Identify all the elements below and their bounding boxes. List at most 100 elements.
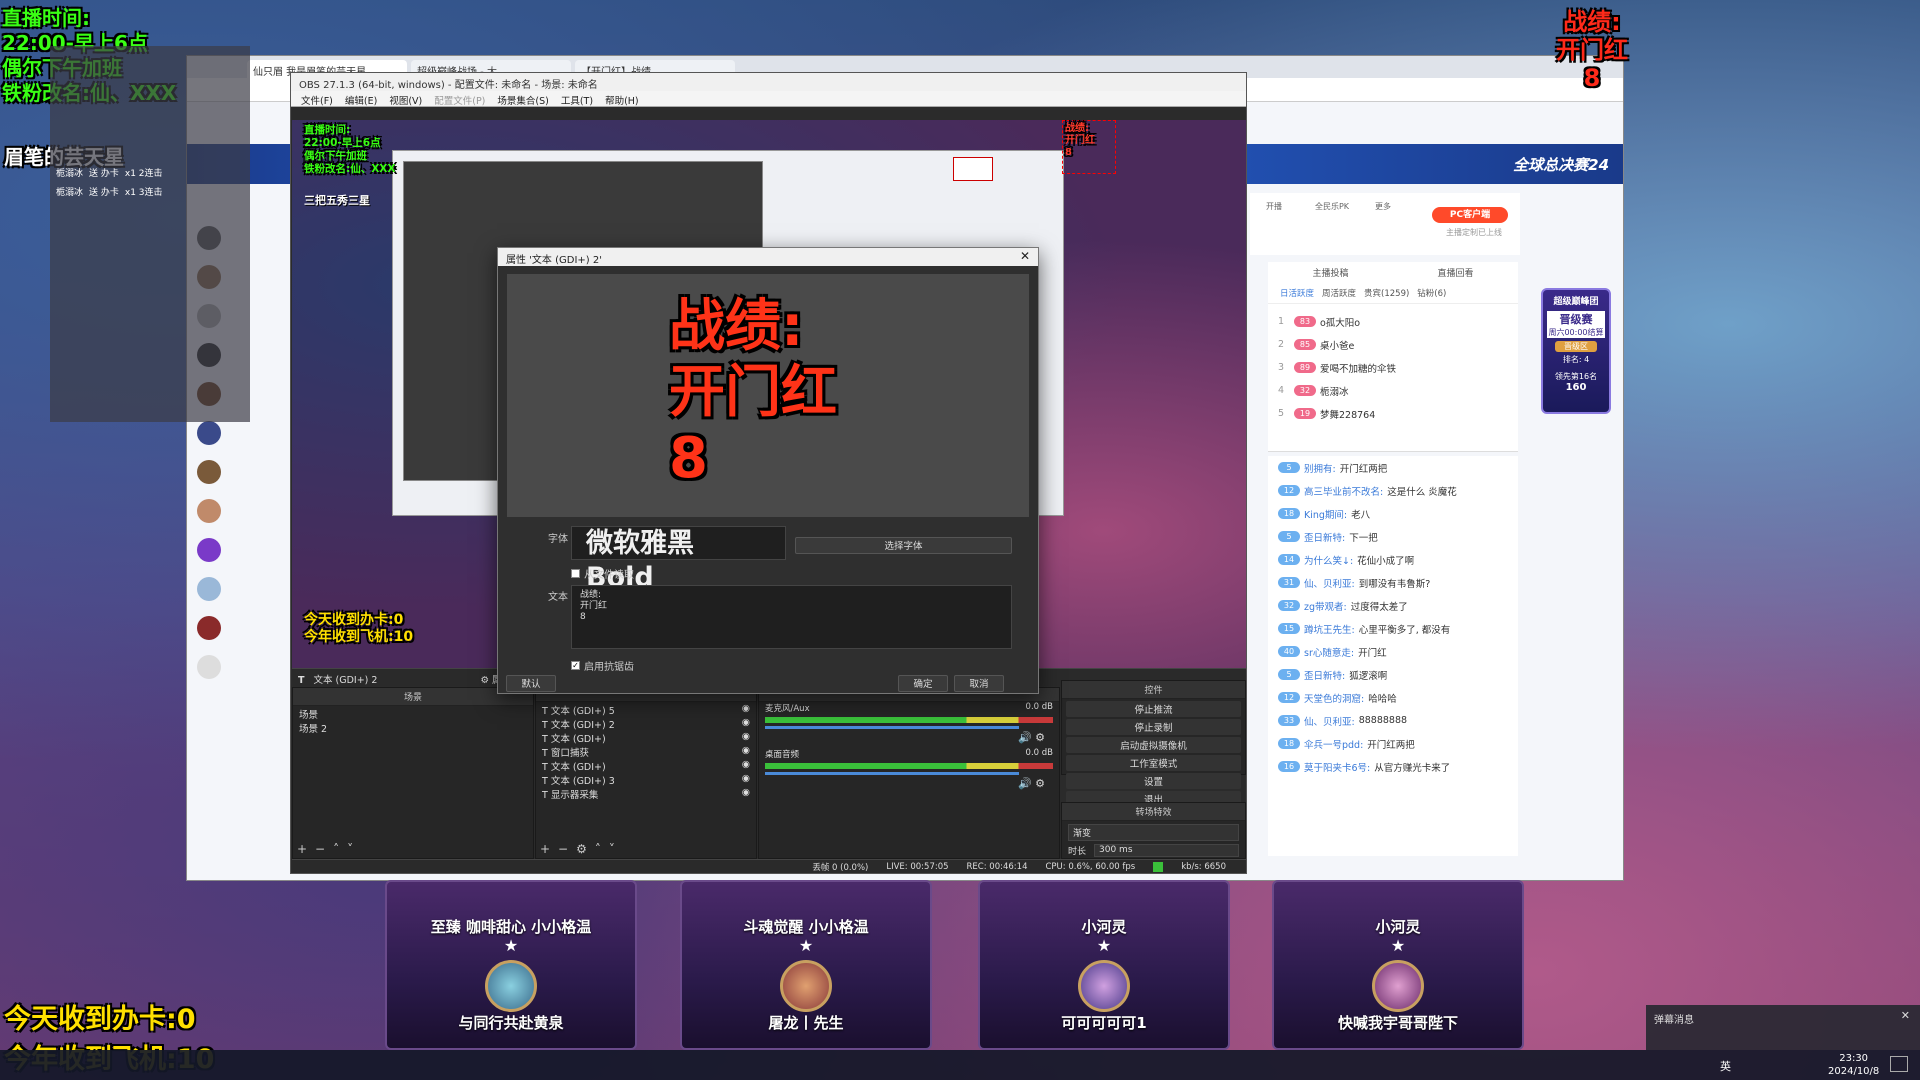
eye-icon[interactable]: ◉ (742, 731, 750, 742)
text-input[interactable]: 战绩: 开门红 8 (571, 585, 1012, 649)
chat-message: 33 仙、贝利亚: 88888888 (1268, 709, 1518, 732)
eye-icon[interactable]: ◉ (742, 787, 750, 798)
obs-menu: 文件(F) 编辑(E) 视图(V) 配置文件(P) 场景集合(S) 工具(T) … (291, 91, 1246, 107)
studio-mode-button[interactable]: 工作室模式 (1066, 755, 1241, 771)
scene-controls[interactable]: +−˄˅ (297, 842, 361, 856)
popup-title: 弹幕消息 (1654, 1015, 1694, 1026)
rank-header-left[interactable]: 主播投稿 (1312, 266, 1348, 279)
rank-tab[interactable]: 贵宾(1259) (1364, 287, 1409, 299)
speaker-icon[interactable]: 🔊 ⚙ (759, 731, 1059, 744)
close-icon[interactable]: ✕ (1020, 249, 1030, 263)
avatar[interactable] (197, 460, 221, 484)
virtual-camera-button[interactable]: 启动虚拟摄像机 (1066, 737, 1241, 753)
avatar[interactable] (197, 655, 221, 679)
volume-slider[interactable] (765, 772, 1019, 775)
taskbar-clock[interactable]: 23:30 2024/10/8 (1828, 1052, 1879, 1078)
menu-profile[interactable]: 配置文件(P) (434, 93, 485, 107)
eye-icon[interactable]: ◉ (742, 717, 750, 728)
eye-icon[interactable]: ◉ (742, 745, 750, 756)
cancel-button[interactable]: 取消 (954, 675, 1004, 692)
audio-meter (765, 763, 1053, 769)
text-source-icon: T (542, 734, 548, 745)
chat-message: 5 别拥有: 开门红两把 (1268, 456, 1518, 479)
source-item[interactable]: T 文本 (GDI+) 2 ◉ (536, 716, 756, 731)
transition-select[interactable]: 渐变 (1068, 824, 1239, 841)
menu-scene-collection[interactable]: 场景集合(S) (497, 93, 548, 107)
font-label: 字体 (548, 534, 568, 545)
antialias-label: 启用抗锯齿 (584, 662, 634, 673)
from-file-checkbox[interactable] (571, 569, 580, 578)
preview-overlay-right[interactable]: 战绩: 开门红 8 (1062, 120, 1116, 174)
source-controls[interactable]: +−⚙˄˅ (540, 842, 623, 856)
rank-row[interactable]: 4 32 栀溺冰 (1268, 379, 1518, 402)
eye-icon[interactable]: ◉ (742, 703, 750, 714)
gear-icon[interactable]: ⚙ (480, 675, 489, 686)
rank-row[interactable]: 5 19 梦舞228764 (1268, 402, 1518, 425)
text-source-icon: T (542, 720, 548, 731)
source-item[interactable]: T 显示器采集 ◉ (536, 786, 756, 801)
audio-channel: 麦克风/Aux 0.0 dB (765, 702, 1053, 714)
promo-timer: 周六00:00结算 (1547, 327, 1605, 338)
transition-dock: 转场特效 渐变 时长 300 ms (1061, 802, 1246, 859)
stop-streaming-button[interactable]: 停止推流 (1066, 701, 1241, 717)
source-item[interactable]: T 文本 (GDI+) 3 ◉ (536, 772, 756, 787)
ranking-panel: 主播投稿 直播回看 日活跃度 周活跃度 贵宾(1259) 钻粉(6) 1 83 o孤… (1268, 262, 1518, 452)
rank-tab[interactable]: 日活跃度 (1280, 287, 1314, 299)
avatar[interactable] (197, 616, 221, 640)
danmaku-popup[interactable]: 弹幕消息 ✕ (1646, 1005, 1920, 1050)
duration-input[interactable]: 300 ms (1094, 844, 1239, 857)
source-item[interactable]: T 文本 (GDI+) ◉ (536, 730, 756, 745)
obs-title: OBS 27.1.3 (64-bit, windows) - 配置文件: 未命名… (291, 73, 1246, 91)
antialias-checkbox[interactable]: ✓ (571, 661, 580, 670)
avatar[interactable] (197, 421, 221, 445)
menu-edit[interactable]: 编辑(E) (345, 93, 377, 107)
side-item[interactable]: 更多 (1368, 201, 1398, 212)
text-source-icon: T (542, 706, 548, 717)
source-item[interactable]: T 窗口捕获 ◉ (536, 744, 756, 759)
skin-card: 至臻 咖啡甜心 小小格温 ★ 与同行共赴黄泉 (385, 880, 637, 1050)
side-item[interactable]: 全民乐PK (1308, 201, 1356, 212)
scene-item[interactable]: 场景 2 (293, 720, 533, 735)
rank-row[interactable]: 3 89 爱喝不加糖的伞铁 (1268, 356, 1518, 379)
menu-view[interactable]: 视图(V) (389, 93, 422, 107)
menu-help[interactable]: 帮助(H) (605, 93, 639, 107)
notification-icon[interactable] (1890, 1056, 1908, 1072)
settings-button[interactable]: 设置 (1066, 773, 1241, 789)
chat-message: 16 莫于阳夹卡6号: 从官方赚光卡来了 (1268, 755, 1518, 778)
eye-icon[interactable]: ◉ (742, 773, 750, 784)
defaults-button[interactable]: 默认 (506, 675, 556, 692)
taskbar: 英 23:30 2024/10/8 (0, 1050, 1920, 1080)
stop-recording-button[interactable]: 停止录制 (1066, 719, 1241, 735)
speaker-icon[interactable]: 🔊 ⚙ (759, 777, 1059, 790)
scene-item[interactable]: 场景 (293, 706, 533, 721)
rank-tab[interactable]: 周活跃度 (1322, 287, 1356, 299)
menu-tools[interactable]: 工具(T) (561, 93, 593, 107)
ime-indicator[interactable]: 英 (1720, 1058, 1731, 1074)
avatar[interactable] (197, 577, 221, 601)
preview-line: 战绩: (669, 294, 804, 359)
chat-message: 32 zg带观者: 过度得太差了 (1268, 594, 1518, 617)
eye-icon[interactable]: ◉ (742, 759, 750, 770)
source-item[interactable]: T 文本 (GDI+) ◉ (536, 758, 756, 773)
side-item[interactable]: 开播 (1256, 201, 1292, 212)
pc-client-button[interactable]: PC客户端 (1432, 207, 1508, 223)
promo-zone: 晋级区 (1555, 341, 1597, 352)
menu-file[interactable]: 文件(F) (301, 93, 333, 107)
rank-row[interactable]: 2 85 桌小爸e (1268, 333, 1518, 356)
rank-header-right[interactable]: 直播回看 (1437, 266, 1473, 279)
obs-status-bar: 丢帧 0 (0.0%) LIVE: 00:57:05 REC: 00:46:14… (292, 859, 1246, 873)
ok-button[interactable]: 确定 (898, 675, 948, 692)
avatar[interactable] (197, 538, 221, 562)
close-icon[interactable]: ✕ (1901, 1009, 1910, 1022)
rank-row[interactable]: 1 83 o孤大阳o (1268, 310, 1518, 333)
promo-score: 160 (1565, 382, 1587, 393)
avatar[interactable] (197, 499, 221, 523)
rank-tab[interactable]: 钻粉(6) (1417, 287, 1446, 299)
volume-slider[interactable] (765, 726, 1019, 729)
source-item[interactable]: T 文本 (GDI+) 5 ◉ (536, 702, 756, 717)
controls-header: 控件 (1062, 681, 1245, 699)
text-source-icon: T (542, 748, 548, 759)
choose-font-button[interactable]: 选择字体 (795, 537, 1012, 554)
preview-line: 8 (669, 426, 708, 491)
promo-widget[interactable]: 超级巅峰团 晋级赛 周六00:00结算 晋级区 排名: 4 领先第16名 160 (1541, 288, 1611, 414)
